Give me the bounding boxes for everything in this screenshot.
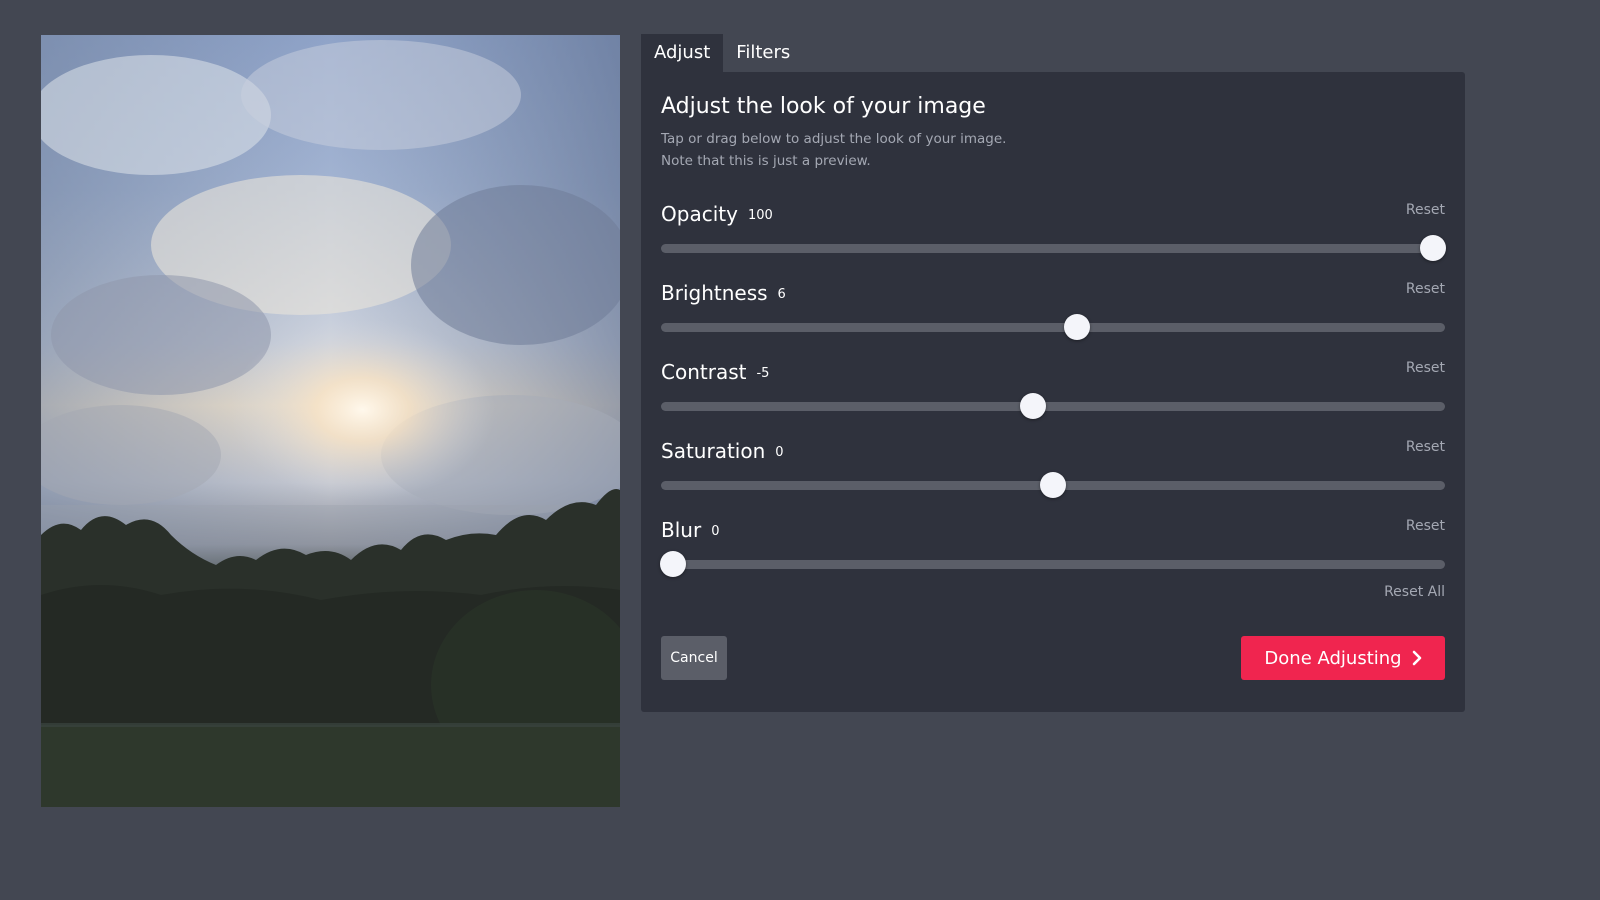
cancel-button[interactable]: Cancel: [661, 636, 727, 680]
chevron-right-icon: [1412, 650, 1421, 666]
blur-label: Blur: [661, 518, 702, 542]
page: Adjust Filters Adjust the look of your i…: [0, 0, 1600, 900]
opacity-slider-track[interactable]: [661, 235, 1447, 261]
contrast-slider-track[interactable]: [661, 393, 1445, 419]
opacity-reset-button[interactable]: Reset: [1406, 202, 1445, 218]
blur-label-group: Blur 0: [661, 518, 719, 542]
panel-description-line-1: Tap or drag below to adjust the look of …: [661, 131, 1007, 147]
brightness-control: Brightness 6 Reset: [661, 281, 1445, 351]
saturation-label-group: Saturation 0: [661, 439, 784, 463]
saturation-reset-button[interactable]: Reset: [1406, 439, 1445, 455]
blur-value: 0: [711, 524, 720, 539]
brightness-label-group: Brightness 6: [661, 281, 786, 305]
brightness-slider-track[interactable]: [661, 314, 1445, 340]
contrast-label-group: Contrast -5: [661, 360, 769, 384]
blur-slider-track[interactable]: [659, 551, 1445, 577]
sky-and-trees-photo: [41, 35, 620, 807]
image-preview: [41, 35, 620, 807]
opacity-label-group: Opacity 100: [661, 202, 773, 226]
brightness-value: 6: [777, 287, 786, 302]
contrast-reset-button[interactable]: Reset: [1406, 360, 1445, 376]
saturation-control: Saturation 0 Reset: [661, 439, 1445, 509]
brightness-slider-thumb[interactable]: [1063, 314, 1090, 340]
saturation-slider-thumb[interactable]: [1040, 472, 1066, 498]
brightness-label: Brightness: [661, 281, 768, 305]
tab-filters[interactable]: Filters: [723, 34, 803, 72]
panel-description: Tap or drag below to adjust the look of …: [661, 128, 1006, 172]
opacity-label: Opacity: [661, 202, 738, 226]
panel-description-line-2: Note that this is just a preview.: [661, 153, 871, 169]
brightness-reset-button[interactable]: Reset: [1406, 281, 1445, 297]
tab-adjust[interactable]: Adjust: [641, 34, 724, 72]
adjust-panel: Adjust the look of your image Tap or dra…: [641, 72, 1465, 712]
reset-all-button[interactable]: Reset All: [1384, 584, 1445, 600]
contrast-control: Contrast -5 Reset: [661, 360, 1445, 430]
opacity-control: Opacity 100 Reset: [661, 202, 1447, 272]
done-adjusting-button[interactable]: Done Adjusting: [1241, 636, 1445, 680]
opacity-value: 100: [747, 208, 773, 223]
opacity-slider-thumb[interactable]: [1420, 235, 1447, 261]
saturation-value: 0: [775, 445, 784, 460]
contrast-slider-thumb[interactable]: [1020, 393, 1047, 419]
done-adjusting-label: Done Adjusting: [1264, 647, 1402, 669]
blur-slider-thumb[interactable]: [659, 551, 686, 577]
saturation-label: Saturation: [661, 439, 766, 463]
saturation-slider-track[interactable]: [661, 472, 1445, 498]
contrast-label: Contrast: [661, 360, 747, 384]
panel-title: Adjust the look of your image: [661, 94, 986, 119]
contrast-value: -5: [756, 366, 770, 381]
blur-control: Blur 0 Reset: [659, 518, 1445, 588]
tab-bar: Adjust Filters: [641, 34, 803, 72]
blur-reset-button[interactable]: Reset: [1406, 518, 1445, 534]
